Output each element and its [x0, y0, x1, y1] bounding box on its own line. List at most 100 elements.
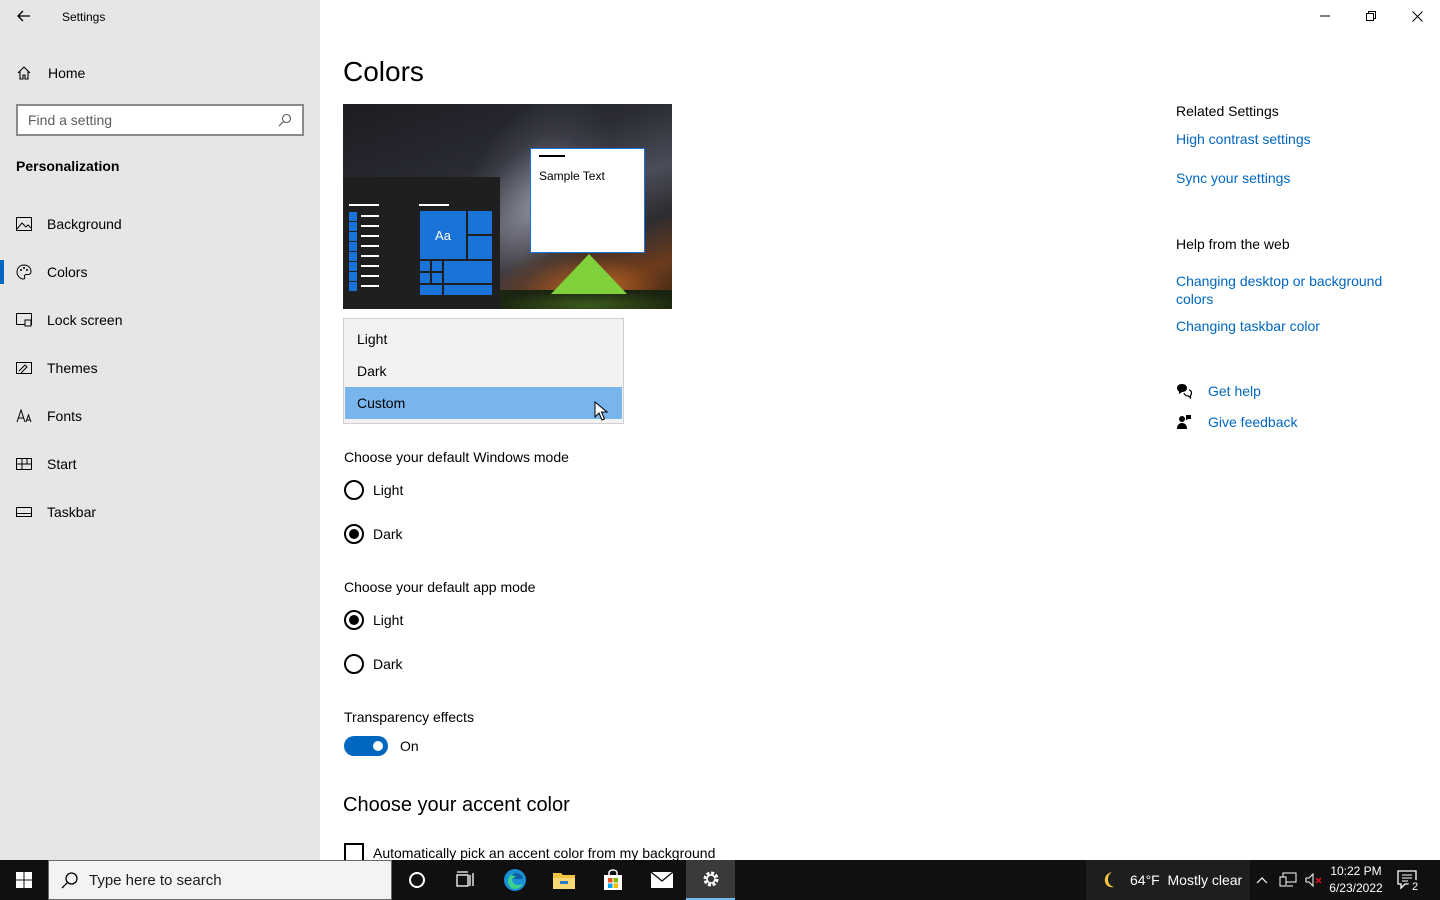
mail-button[interactable] [637, 860, 686, 900]
app-mode-dark-radio[interactable]: Dark [344, 654, 403, 674]
restore-button[interactable] [1348, 0, 1394, 32]
close-button[interactable] [1394, 0, 1440, 32]
preview-app-row [349, 281, 379, 291]
transparency-label: Transparency effects [344, 709, 474, 725]
preview-tile [419, 272, 431, 284]
radio-circle[interactable] [344, 654, 364, 674]
get-help-label: Get help [1208, 383, 1261, 399]
volume-button[interactable] [1304, 870, 1324, 890]
sidebar-item-label: Colors [47, 264, 88, 280]
preview-line [349, 204, 379, 206]
preview-app-row [349, 211, 379, 221]
clock-date: 6/23/2022 [1329, 881, 1383, 895]
sidebar-item-background[interactable]: Background [0, 200, 320, 248]
changing-background-colors-link[interactable]: Changing desktop or background colors [1176, 272, 1416, 308]
network-button[interactable] [1278, 870, 1298, 890]
radio-circle[interactable] [344, 480, 364, 500]
preview-app-row [349, 231, 379, 241]
windows-mode-dark-radio[interactable]: Dark [344, 524, 403, 544]
radio-circle-checked[interactable] [344, 524, 364, 544]
radio-label: Light [373, 482, 404, 498]
task-view-button[interactable] [441, 860, 490, 900]
accent-color-heading: Choose your accent color [343, 794, 570, 816]
sidebar-item-lock-screen[interactable]: Lock screen [0, 296, 320, 344]
show-hidden-icons-button[interactable] [1252, 870, 1272, 890]
help-web-heading: Help from the web [1176, 236, 1290, 252]
preview-tile [443, 260, 493, 284]
folder-icon [552, 873, 575, 889]
toggle-state-label: On [400, 738, 419, 754]
windows-logo-icon [16, 872, 32, 888]
section-title: Personalization [16, 158, 120, 174]
search-icon [61, 872, 78, 889]
gear-icon [703, 871, 718, 887]
themes-icon [16, 360, 32, 376]
main-content: Colors Aa Sample Text Light Dark Custom … [320, 0, 1440, 863]
home-nav-item[interactable]: Home [16, 62, 85, 84]
sidebar-item-label: Fonts [47, 408, 83, 424]
taskbar-search-input[interactable] [89, 871, 391, 889]
file-explorer-button[interactable] [539, 860, 588, 900]
high-contrast-link[interactable]: High contrast settings [1176, 130, 1416, 148]
changing-taskbar-color-link[interactable]: Changing taskbar color [1176, 317, 1416, 335]
image-icon [16, 216, 32, 232]
preview-tile [431, 260, 443, 272]
minimize-icon [1320, 15, 1330, 17]
cortana-icon [408, 872, 425, 888]
transparency-toggle[interactable] [344, 736, 388, 756]
sidebar-item-label: Themes [47, 360, 98, 376]
windows-mode-light-radio[interactable]: Light [344, 480, 403, 500]
cortana-button[interactable] [392, 860, 441, 900]
preview-tile [467, 210, 493, 235]
preview-window: Sample Text [530, 148, 645, 253]
checkbox-label: Automatically pick an accent color from … [373, 845, 716, 861]
preview-sample-text: Sample Text [539, 169, 605, 183]
window-controls [1302, 0, 1440, 32]
settings-taskbar-button[interactable] [686, 860, 735, 900]
give-feedback-link[interactable]: Give feedback [1176, 414, 1298, 430]
search-icon[interactable] [278, 113, 292, 127]
radio-circle-checked[interactable] [344, 610, 364, 630]
action-center-button[interactable]: 2 [1396, 868, 1422, 894]
preview-app-row [349, 221, 379, 231]
home-icon [17, 66, 31, 80]
preview-line [419, 204, 449, 206]
mail-icon [650, 871, 673, 888]
choose-color-dropdown[interactable]: Light Dark Custom [343, 318, 624, 424]
sidebar-item-taskbar[interactable]: Taskbar [0, 488, 320, 536]
edge-browser-button[interactable] [490, 860, 539, 900]
find-setting-search[interactable] [16, 104, 304, 136]
task-view-icon [455, 871, 474, 887]
related-settings-heading: Related Settings [1176, 103, 1279, 119]
preview-tile [419, 284, 443, 296]
weather-widget[interactable]: 64°F Mostly clear [1086, 860, 1250, 900]
sidebar-item-fonts[interactable]: Fonts [0, 392, 320, 440]
start-button[interactable] [0, 860, 48, 900]
preview-tile [443, 284, 493, 296]
get-help-link[interactable]: Get help [1176, 383, 1261, 399]
clock-time: 10:22 PM [1330, 864, 1382, 878]
find-setting-input[interactable] [28, 112, 278, 128]
close-icon [1411, 10, 1423, 22]
minimize-button[interactable] [1302, 0, 1348, 32]
app-mode-label: Choose your default app mode [344, 579, 536, 595]
dropdown-option-custom[interactable]: Custom [345, 387, 622, 419]
dropdown-option-light[interactable]: Light [345, 323, 622, 355]
start-icon [16, 456, 32, 472]
microsoft-store-button[interactable] [588, 860, 637, 900]
sidebar-item-colors[interactable]: Colors [0, 248, 320, 296]
preview-app-row [349, 271, 379, 281]
sidebar: Settings Home Personalization Background… [0, 0, 320, 860]
sidebar-item-themes[interactable]: Themes [0, 344, 320, 392]
back-button[interactable] [10, 4, 38, 28]
preview-tile [431, 272, 443, 284]
preview-start-menu: Aa [343, 177, 500, 309]
feedback-icon [1177, 415, 1191, 429]
dropdown-option-dark[interactable]: Dark [345, 355, 622, 387]
taskbar-search[interactable] [48, 860, 392, 900]
sidebar-item-start[interactable]: Start [0, 440, 320, 488]
taskbar-clock[interactable]: 10:22 PM 6/23/2022 [1326, 863, 1386, 897]
preview-app-list [349, 211, 379, 291]
sync-settings-link[interactable]: Sync your settings [1176, 169, 1416, 187]
app-mode-light-radio[interactable]: Light [344, 610, 403, 630]
